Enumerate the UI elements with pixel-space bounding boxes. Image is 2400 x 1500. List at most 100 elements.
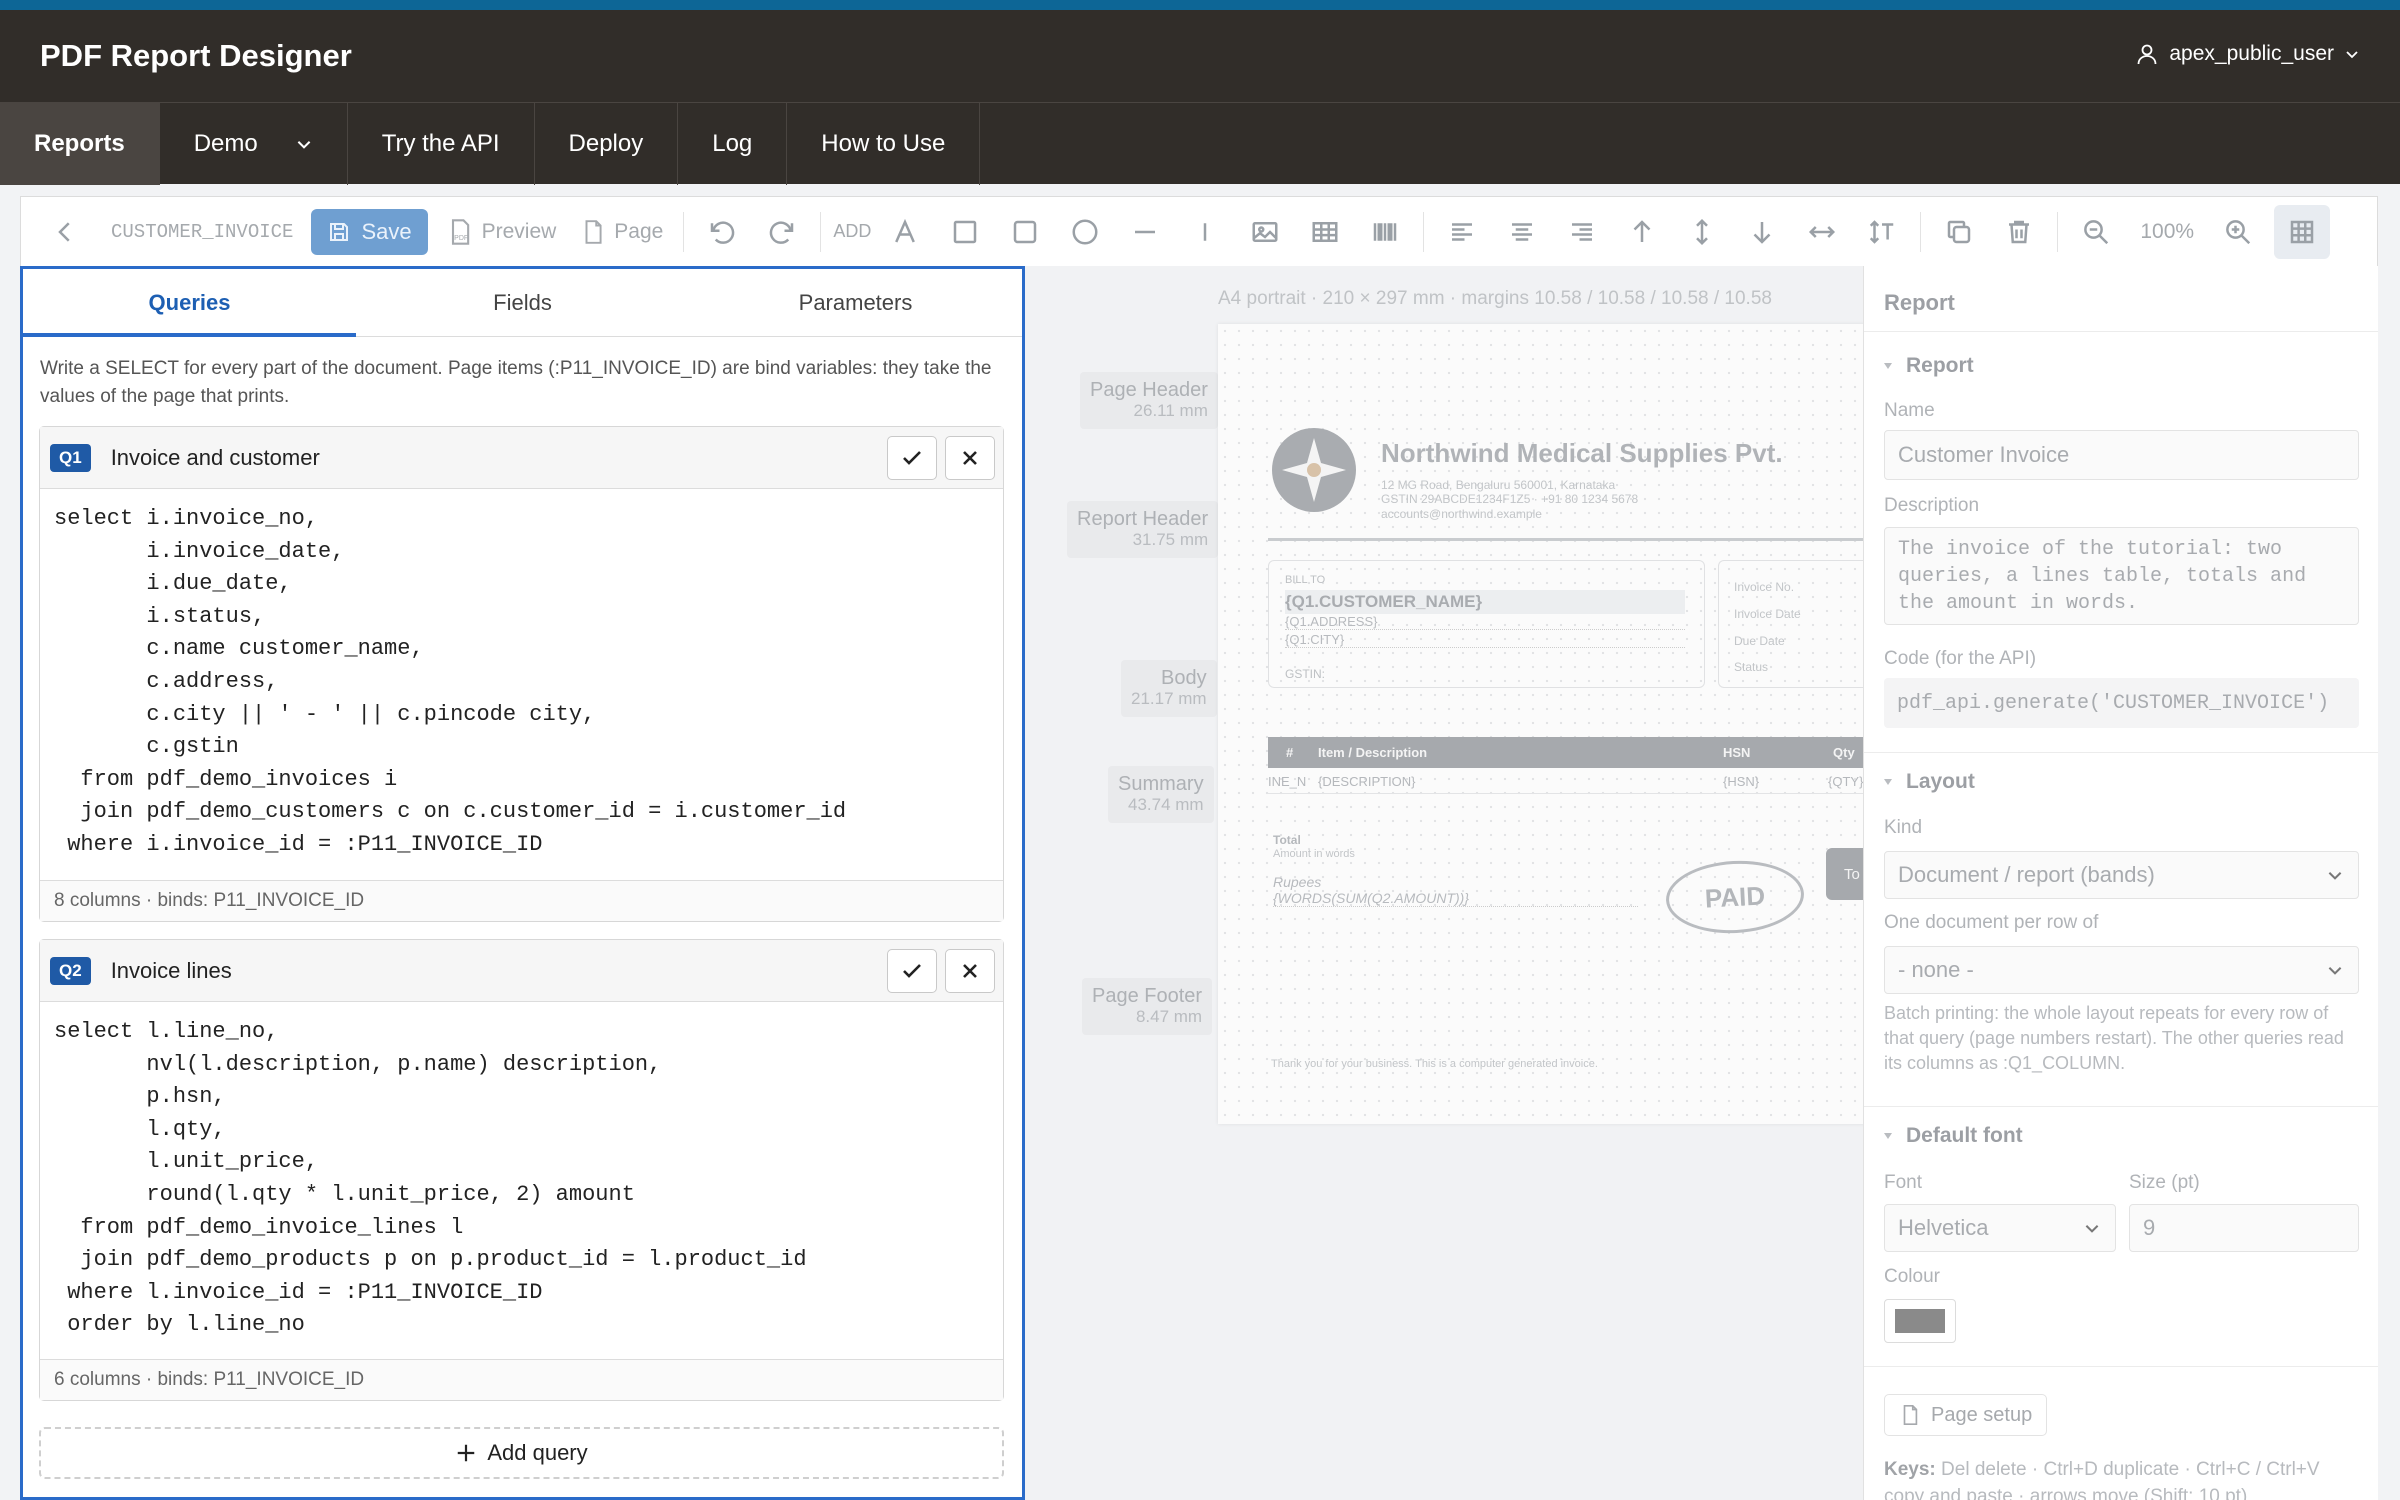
query-title[interactable]: Invoice lines: [111, 958, 887, 984]
add-field-button[interactable]: [935, 197, 995, 267]
tab-queries[interactable]: Queries: [23, 269, 356, 337]
add-query-button[interactable]: Add query: [39, 1427, 1004, 1479]
company-address[interactable]: 12 MG Road, Bengaluru 560001, Karnataka: [1381, 478, 1615, 492]
per-row-select[interactable]: - none -: [1884, 946, 2359, 994]
zoom-level: 100%: [2140, 219, 2195, 243]
lines-table-row[interactable]: INE_N {DESCRIPTION} {HSN} {QTY}: [1268, 770, 1863, 794]
validate-query-button[interactable]: [887, 435, 937, 480]
kind-select[interactable]: Document / report (bands): [1884, 851, 2359, 899]
amount-words-label[interactable]: Amount in words: [1273, 848, 1355, 860]
user-menu[interactable]: apex_public_user: [2135, 42, 2360, 66]
save-button[interactable]: Save: [311, 208, 428, 255]
totals-box[interactable]: To: [1826, 848, 1863, 900]
company-gstin[interactable]: GSTIN 29ABCDE1234F1Z5 · +91 80 1234 5678: [1381, 492, 1638, 506]
paid-stamp[interactable]: PAID: [1664, 857, 1806, 937]
sql-editor[interactable]: select i.invoice_no, i.invoice_date, i.d…: [40, 489, 1003, 881]
amount-words-field[interactable]: {WORDS(SUM(Q2.AMOUNT))}: [1273, 890, 1638, 907]
nav-try-api[interactable]: Try the API: [348, 103, 535, 185]
check-icon: [903, 450, 921, 465]
align-left-button[interactable]: [1432, 197, 1492, 267]
band-name: Body: [1161, 667, 1207, 689]
add-text-button[interactable]: [875, 197, 935, 267]
band-label-body[interactable]: Body 21.17 mm: [1121, 660, 1217, 717]
delete-query-button[interactable]: [945, 435, 995, 480]
size-field[interactable]: 9: [2129, 1204, 2359, 1252]
company-email[interactable]: accounts@northwind.example: [1381, 507, 1542, 521]
address-field[interactable]: {Q1.ADDRESS}: [1285, 614, 1685, 630]
api-code-field[interactable]: pdf_api.generate('CUSTOMER_INVOICE'): [1884, 678, 2359, 728]
undo-button[interactable]: [692, 197, 752, 267]
tab-parameters[interactable]: Parameters: [689, 269, 1022, 336]
align-center-button[interactable]: [1492, 197, 1552, 267]
add-barcode-button[interactable]: [1355, 197, 1415, 267]
section-font-toggle[interactable]: Default font: [1864, 1124, 2023, 1148]
page-button[interactable]: Page: [568, 219, 675, 245]
query-footer: 8 columns · binds: P11_INVOICE_ID: [40, 881, 1003, 921]
delete-button[interactable]: [1989, 197, 2049, 267]
description-field[interactable]: The invoice of the tutorial: two queries…: [1884, 527, 2359, 625]
save-icon: [330, 222, 349, 241]
field-box-icon: [954, 220, 977, 243]
grid-toggle-button[interactable]: [2274, 204, 2331, 259]
validate-query-button[interactable]: [887, 948, 937, 993]
add-table-button[interactable]: [1295, 197, 1355, 267]
back-button[interactable]: [45, 197, 85, 267]
footer-text[interactable]: Thank you for your business. This is a c…: [1271, 1058, 1598, 1070]
add-hline-button[interactable]: [1115, 197, 1175, 267]
grid-icon: [2290, 220, 2314, 243]
nav-log[interactable]: Log: [678, 103, 788, 185]
colour-swatch[interactable]: [1884, 1299, 1956, 1343]
align-right-button[interactable]: [1552, 197, 1612, 267]
header-rule[interactable]: [1268, 538, 1863, 541]
band-label-page-header[interactable]: Page Header 26.11 mm: [1080, 372, 1218, 429]
add-vline-button[interactable]: [1175, 197, 1235, 267]
nav-reports[interactable]: Reports: [0, 103, 160, 185]
nav-deploy[interactable]: Deploy: [535, 103, 679, 185]
customer-name-field[interactable]: {Q1.CUSTOMER_NAME}: [1285, 590, 1685, 614]
align-bottom-button[interactable]: [1732, 197, 1792, 267]
same-width-button[interactable]: [1792, 197, 1852, 267]
meta-status[interactable]: Status: [1734, 660, 1768, 674]
band-label-report-header[interactable]: Report Header 31.75 mm: [1067, 501, 1219, 558]
align-middle-button[interactable]: [1672, 197, 1732, 267]
tab-fields[interactable]: Fields: [356, 269, 689, 336]
keys-title: Keys:: [1884, 1459, 1936, 1480]
align-top-button[interactable]: [1612, 197, 1672, 267]
same-height-button[interactable]: [1852, 197, 1912, 267]
sql-editor[interactable]: select l.line_no, nvl(l.description, p.n…: [40, 1002, 1003, 1360]
font-select[interactable]: Helvetica: [1884, 1204, 2116, 1252]
total-label[interactable]: Total: [1273, 833, 1301, 847]
meta-invoice-no[interactable]: Invoice No.: [1734, 580, 1794, 594]
band-height: 8.47 mm: [1135, 1007, 1203, 1026]
band-label-summary[interactable]: Summary 43.74 mm: [1108, 766, 1214, 823]
add-image-button[interactable]: [1235, 197, 1295, 267]
lines-table-header[interactable]: # Item / Description HSN Qty: [1268, 737, 1863, 768]
name-field[interactable]: Customer Invoice: [1884, 430, 2359, 480]
section-layout-toggle[interactable]: Layout: [1864, 770, 1975, 794]
page-setup-button[interactable]: Page setup: [1884, 1394, 2048, 1436]
band-name: Report Header: [1077, 508, 1209, 530]
duplicate-button[interactable]: [1929, 197, 1989, 267]
align-left-icon: [1452, 222, 1473, 241]
rupees-label[interactable]: Rupees: [1273, 874, 1321, 890]
query-title[interactable]: Invoice and customer: [111, 445, 887, 471]
preview-button[interactable]: PDF Preview: [434, 218, 569, 246]
gstin-label[interactable]: GSTIN:: [1285, 667, 1325, 681]
zoom-out-button[interactable]: [2066, 197, 2126, 267]
td-hsn: {HSN}: [1723, 774, 1760, 789]
meta-invoice-date[interactable]: Invoice Date: [1734, 607, 1801, 621]
report-page[interactable]: Northwind Medical Supplies Pvt. 12 MG Ro…: [1218, 324, 1863, 1124]
redo-button[interactable]: [752, 197, 812, 267]
company-name[interactable]: Northwind Medical Supplies Pvt.: [1381, 438, 1783, 469]
section-report-toggle[interactable]: Report: [1864, 354, 1974, 378]
company-logo[interactable]: [1270, 426, 1358, 514]
delete-query-button[interactable]: [945, 948, 995, 993]
nav-demo[interactable]: Demo: [160, 103, 348, 185]
add-ellipse-button[interactable]: [1055, 197, 1115, 267]
zoom-in-button[interactable]: [2208, 197, 2268, 267]
nav-how-to-use[interactable]: How to Use: [787, 103, 981, 185]
city-field[interactable]: {Q1.CITY}: [1285, 632, 1685, 648]
add-rectangle-button[interactable]: [995, 197, 1055, 267]
band-label-page-footer[interactable]: Page Footer 8.47 mm: [1082, 978, 1213, 1035]
meta-due-date[interactable]: Due Date: [1734, 634, 1785, 648]
